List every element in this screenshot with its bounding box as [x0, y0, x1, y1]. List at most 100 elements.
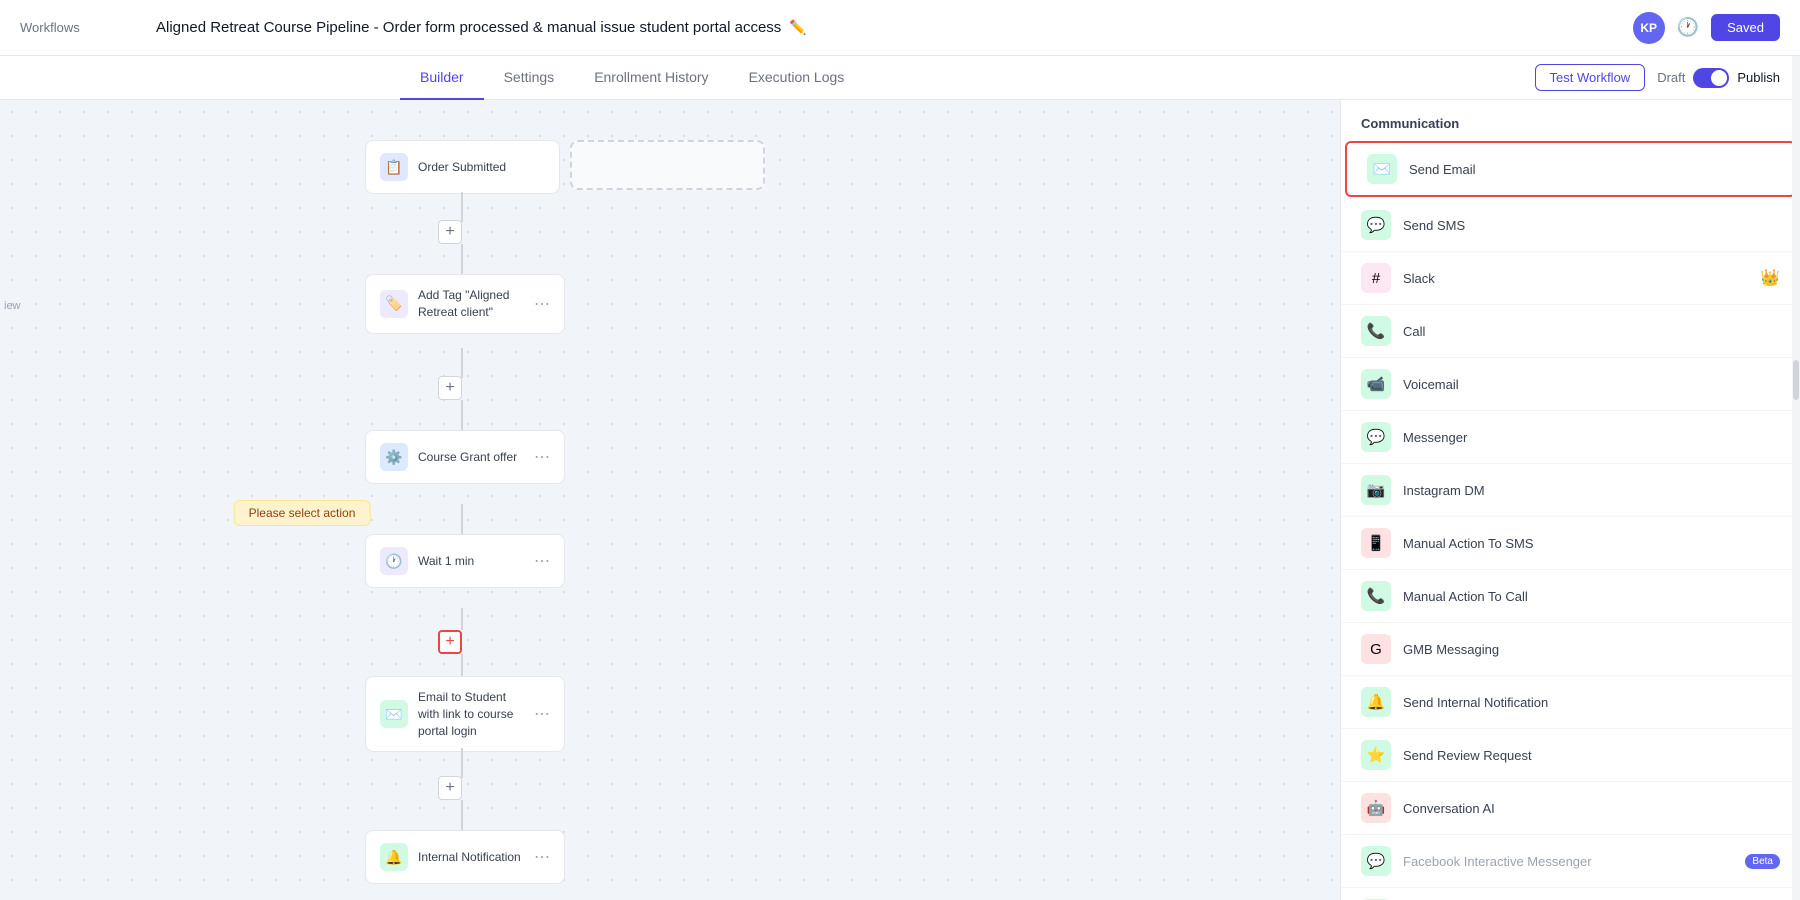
sidebar-item-facebook-interactive-messenger[interactable]: 💬Facebook Interactive MessengerBeta: [1341, 835, 1800, 888]
breadcrumb[interactable]: Workflows: [20, 20, 140, 35]
connector-4: [461, 400, 463, 430]
scrollbar-thumb: [1793, 360, 1799, 400]
tabs-right: Test Workflow Draft Publish: [1535, 64, 1780, 91]
sidebar-item-label: Slack: [1403, 271, 1748, 286]
sidebar-item-instagram-interactive-messenger[interactable]: 📷Instagram Interactive MessengerBeta: [1341, 888, 1800, 900]
plus-button-2[interactable]: +: [438, 376, 462, 400]
sidebar-item-icon: G: [1361, 634, 1391, 664]
sidebar-item-icon: ✉️: [1367, 154, 1397, 184]
saved-button[interactable]: Saved: [1711, 14, 1780, 41]
plus-button-3[interactable]: +: [438, 776, 462, 800]
node-internal-notification[interactable]: 🔔 Internal Notification ⋯: [365, 830, 565, 884]
sidebar-item-label: Call: [1403, 324, 1780, 339]
sidebar-item-label: Messenger: [1403, 430, 1780, 445]
node-label: Order Submitted: [418, 159, 545, 176]
sidebar-item-manual-action-to-call[interactable]: 📞 Manual Action To Call: [1341, 570, 1800, 623]
tabs-bar: Builder Settings Enrollment History Exec…: [0, 56, 1800, 100]
sidebar-item-label: Send Email: [1409, 162, 1774, 177]
node-menu-icon[interactable]: ⋯: [534, 294, 550, 314]
avatar: KP: [1633, 12, 1665, 44]
sidebar-section-title: Communication: [1341, 100, 1800, 139]
sidebar-item-icon: 💬: [1361, 846, 1391, 876]
node-menu-icon[interactable]: ⋯: [534, 551, 550, 571]
sidebar-item-send-sms[interactable]: 💬Send SMS: [1341, 199, 1800, 252]
page-title: Aligned Retreat Course Pipeline - Order …: [156, 19, 1617, 36]
sidebar-item-label: Manual Action To Call: [1403, 589, 1780, 604]
main-area: 📋 Order Submitted + 🏷️ Add Tag "Aligned …: [0, 100, 1800, 900]
sidebar-item-label: Send Review Request: [1403, 748, 1780, 763]
connector-8: [461, 748, 463, 778]
crown-icon: 👑: [1760, 268, 1780, 288]
right-sidebar: Communication ✉️Send Email💬Send SMS#Slac…: [1340, 100, 1800, 900]
sidebar-item-send-review-request[interactable]: ⭐ Send Review Request: [1341, 729, 1800, 782]
sidebar-item-label: Voicemail: [1403, 377, 1780, 392]
node-order-submitted[interactable]: 📋 Order Submitted: [365, 140, 560, 194]
node-menu-icon[interactable]: ⋯: [534, 704, 550, 724]
tab-enrollment-history[interactable]: Enrollment History: [574, 56, 728, 100]
email-icon: ✉️: [380, 700, 408, 728]
notification-icon: 🔔: [380, 843, 408, 871]
dashed-node[interactable]: [570, 140, 765, 190]
connector-6: [461, 608, 463, 630]
sidebar-item-icon: 🔔: [1361, 687, 1391, 717]
sidebar-item-messenger[interactable]: 💬 Messenger: [1341, 411, 1800, 464]
left-label: iew: [4, 300, 21, 312]
node-course-grant[interactable]: ⚙️ Course Grant offer ⋯: [365, 430, 565, 484]
node-menu-icon[interactable]: ⋯: [534, 847, 550, 867]
sidebar-item-label: Send Internal Notification: [1403, 695, 1780, 710]
tab-settings[interactable]: Settings: [484, 56, 575, 100]
connector-1: [461, 192, 463, 222]
sidebar-item-slack[interactable]: #Slack👑: [1341, 252, 1800, 305]
node-menu-icon[interactable]: ⋯: [534, 447, 550, 467]
sidebar-item-send-internal-notification[interactable]: 🔔 Send Internal Notification: [1341, 676, 1800, 729]
publish-toggle[interactable]: [1693, 68, 1729, 88]
workflow-canvas[interactable]: 📋 Order Submitted + 🏷️ Add Tag "Aligned …: [0, 100, 1340, 900]
sidebar-item-icon: 🤖: [1361, 793, 1391, 823]
connector-7: [461, 654, 463, 676]
node-email-student[interactable]: ✉️ Email to Student with link to course …: [365, 676, 565, 752]
sidebar-item-icon: 📞: [1361, 316, 1391, 346]
connector-5: [461, 504, 463, 534]
node-label: Wait 1 min: [418, 553, 524, 570]
sidebar-item-icon: ⭐: [1361, 740, 1391, 770]
draft-label: Draft: [1657, 70, 1685, 85]
tag-icon: 🏷️: [380, 290, 408, 318]
plus-button-1[interactable]: +: [438, 220, 462, 244]
publish-label: Publish: [1737, 70, 1780, 85]
tab-builder[interactable]: Builder: [400, 56, 484, 100]
scrollbar[interactable]: [1792, 100, 1800, 900]
connector-9: [461, 800, 463, 830]
node-label: Email to Student with link to course por…: [418, 689, 524, 739]
course-grant-icon: ⚙️: [380, 443, 408, 471]
sidebar-item-call[interactable]: 📞 Call: [1341, 305, 1800, 358]
wait-icon: 🕐: [380, 547, 408, 575]
sidebar-item-label: Conversation AI: [1403, 801, 1780, 816]
sidebar-item-label: Manual Action To SMS: [1403, 536, 1780, 551]
topbar-right: KP 🕐 Saved: [1633, 12, 1780, 44]
select-action-label: Please select action: [234, 500, 371, 526]
sidebar-item-icon: 💬: [1361, 422, 1391, 452]
plus-button-highlighted[interactable]: +: [438, 630, 462, 654]
sidebar-item-icon: 💬: [1361, 210, 1391, 240]
node-icon: 📋: [380, 153, 408, 181]
edit-title-icon[interactable]: ✏️: [789, 19, 806, 36]
sidebar-items-list: ✉️Send Email💬Send SMS#Slack👑📞Call📹Voicem…: [1341, 139, 1800, 900]
sidebar-item-icon: 📞: [1361, 581, 1391, 611]
topbar: Workflows Aligned Retreat Course Pipelin…: [0, 0, 1800, 56]
tab-execution-logs[interactable]: Execution Logs: [729, 56, 865, 100]
connector-2: [461, 244, 463, 274]
sidebar-item-label: GMB Messaging: [1403, 642, 1780, 657]
test-workflow-button[interactable]: Test Workflow: [1535, 64, 1646, 91]
node-label: Internal Notification: [418, 849, 524, 866]
node-wait[interactable]: 🕐 Wait 1 min ⋯: [365, 534, 565, 588]
sidebar-item-conversation-ai[interactable]: 🤖 Conversation AI: [1341, 782, 1800, 835]
sidebar-item-instagram-dm[interactable]: 📷Instagram DM: [1341, 464, 1800, 517]
history-icon[interactable]: 🕐: [1677, 17, 1699, 38]
beta-badge: Beta: [1745, 854, 1780, 869]
sidebar-item-send-email[interactable]: ✉️ Send Email: [1345, 141, 1796, 197]
sidebar-item-voicemail[interactable]: 📹Voicemail: [1341, 358, 1800, 411]
sidebar-item-label: Instagram DM: [1403, 483, 1780, 498]
sidebar-item-manual-action-to-sms[interactable]: 📱Manual Action To SMS: [1341, 517, 1800, 570]
node-add-tag[interactable]: 🏷️ Add Tag "Aligned Retreat client" ⋯: [365, 274, 565, 334]
sidebar-item-gmb-messaging[interactable]: G GMB Messaging: [1341, 623, 1800, 676]
